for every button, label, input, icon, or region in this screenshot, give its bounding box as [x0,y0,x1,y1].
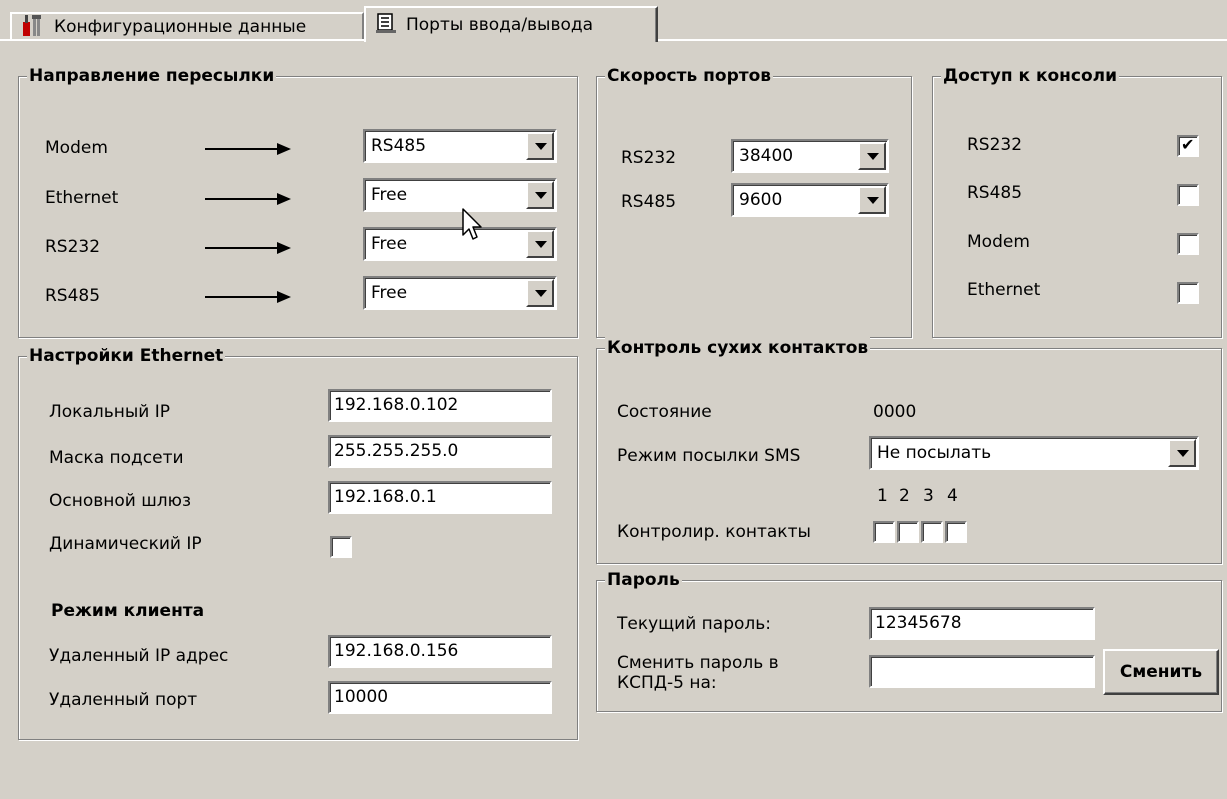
console-rs485-checkbox[interactable] [1177,184,1199,206]
remote-ip-label: Удаленный IP адрес [49,646,229,666]
forwarding-label-rs232: RS232 [45,237,101,257]
console-ethernet-checkbox[interactable] [1177,282,1199,304]
password-title: Пароль [605,569,682,591]
port-speed-label-rs232: RS232 [621,148,677,168]
chevron-down-icon[interactable] [526,230,554,258]
current-password-input[interactable]: 12345678 [869,607,1095,640]
arrow-icon [205,242,291,254]
forwarding-modem-select[interactable]: RS485 [363,129,557,163]
forwarding-label-ethernet: Ethernet [45,188,119,208]
contacts-label: Контролир. контакты [617,522,811,542]
contact-1-checkbox[interactable] [873,521,895,543]
state-label: Состояние [617,402,712,422]
port-speed-rs232-value: 38400 [739,146,794,166]
subnet-mask-label: Маска подсети [49,448,184,468]
tab-io-ports-label: Порты ввода/вывода [406,15,594,35]
forwarding-rs232-select[interactable]: Free [363,227,557,261]
tab-io-ports[interactable]: Порты ввода/вывода [364,6,658,42]
client-mode-heading: Режим клиента [51,601,205,621]
contact-number-1: 1 [877,486,888,506]
local-ip-input[interactable]: 192.168.0.102 [328,389,552,422]
console-rs232-checkbox[interactable]: ✔ [1177,135,1199,157]
chevron-down-icon[interactable] [1168,439,1196,467]
contact-4-checkbox[interactable] [945,521,967,543]
remote-port-label: Удаленный порт [49,690,198,710]
password-group: Пароль Текущий пароль: 12345678 Сменить … [596,569,1222,712]
arrow-icon [205,291,291,303]
new-password-input[interactable] [869,655,1095,688]
dynamic-ip-checkbox[interactable] [330,536,352,558]
sms-mode-label: Режим посылки SMS [617,446,801,466]
console-access-group: Доступ к консоли RS232 ✔ RS485 Modem Eth… [932,65,1222,338]
chevron-down-icon[interactable] [526,132,554,160]
contact-number-3: 3 [923,486,934,506]
port-speed-title: Скорость портов [605,65,774,87]
new-password-label-line2: КСПД-5 на: [617,673,717,693]
console-label-rs485: RS485 [967,183,1023,203]
gateway-input[interactable]: 192.168.0.1 [328,481,552,514]
arrow-icon [205,143,291,155]
contact-3-checkbox[interactable] [921,521,943,543]
dynamic-ip-label: Динамический IP [49,534,202,554]
console-access-title: Доступ к консоли [941,65,1120,87]
forwarding-ethernet-select[interactable]: Free [363,178,557,212]
ethernet-title: Настройки Ethernet [27,345,226,367]
tab-config-data[interactable]: Конфигурационные данные [10,12,364,40]
port-speed-rs485-value: 9600 [739,190,783,210]
ethernet-group: Настройки Ethernet Локальный IP 192.168.… [18,345,578,740]
forwarding-ethernet-value: Free [371,185,408,205]
contact-2-checkbox[interactable] [897,521,919,543]
console-label-modem: Modem [967,232,1030,252]
tools-icon [20,12,46,43]
remote-ip-input[interactable]: 192.168.0.156 [328,635,552,668]
sms-mode-select[interactable]: Не посылать [869,436,1199,470]
port-speed-label-rs485: RS485 [621,192,677,212]
contact-number-2: 2 [899,486,910,506]
chevron-down-icon[interactable] [526,279,554,307]
forwarding-modem-value: RS485 [371,136,427,156]
checkmark-icon: ✔ [1181,135,1195,154]
chevron-down-icon[interactable] [858,186,886,214]
forwarding-label-modem: Modem [45,138,108,158]
contact-number-4: 4 [947,486,958,506]
chevron-down-icon[interactable] [526,181,554,209]
port-speed-rs232-select[interactable]: 38400 [731,139,889,173]
current-password-label: Текущий пароль: [617,614,772,634]
forwarding-rs232-value: Free [371,234,408,254]
change-password-button[interactable]: Сменить [1103,649,1219,695]
new-password-label-line1: Сменить пароль в [617,653,779,673]
console-modem-checkbox[interactable] [1177,233,1199,255]
dry-contacts-title: Контроль сухих контактов [605,337,871,359]
sms-mode-value: Не посылать [877,443,992,463]
port-speed-rs485-select[interactable]: 9600 [731,183,889,217]
dry-contacts-group: Контроль сухих контактов Состояние 0000 … [596,337,1222,564]
mouse-cursor-icon [461,207,485,248]
tab-strip: Конфигурационные данные Порты ввода/выво… [0,0,1227,42]
state-value: 0000 [873,402,917,422]
forwarding-label-rs485: RS485 [45,286,101,306]
port-speed-group: Скорость портов RS232 38400 RS485 9600 [596,65,912,338]
local-ip-label: Локальный IP [49,402,171,422]
ports-icon [374,11,398,40]
console-label-ethernet: Ethernet [967,280,1041,300]
forwarding-rs485-select[interactable]: Free [363,276,557,310]
tab-config-data-label: Конфигурационные данные [54,17,307,37]
console-label-rs232: RS232 [967,135,1023,155]
gateway-label: Основной шлюз [49,491,192,511]
remote-port-input[interactable]: 10000 [328,681,552,714]
forwarding-group: Направление пересылки Modem RS485 Ethern… [18,65,578,338]
forwarding-title: Направление пересылки [27,65,277,87]
forwarding-rs485-value: Free [371,283,408,303]
arrow-icon [205,193,291,205]
chevron-down-icon[interactable] [858,142,886,170]
subnet-mask-input[interactable]: 255.255.255.0 [328,435,552,468]
